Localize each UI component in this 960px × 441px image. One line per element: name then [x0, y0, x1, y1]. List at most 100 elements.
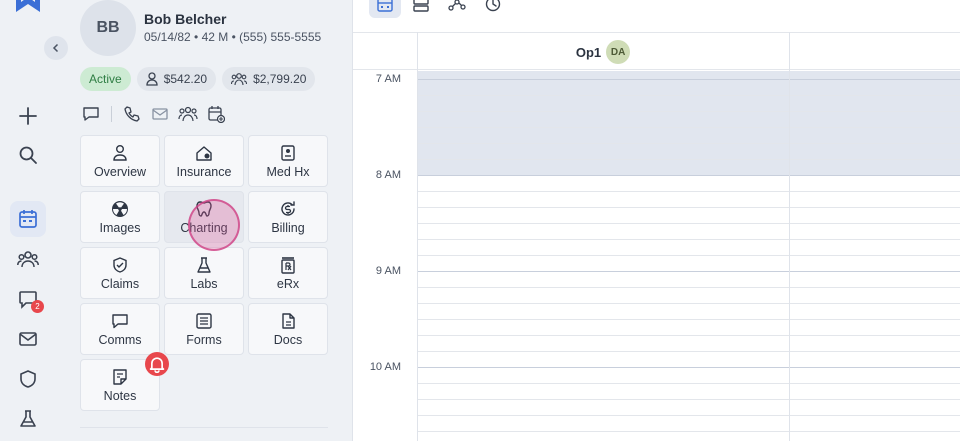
slot-line — [417, 399, 960, 400]
note-icon — [113, 368, 127, 385]
rx-icon — [281, 256, 295, 274]
people-icon[interactable] — [10, 241, 46, 277]
tile-erx[interactable]: eRx — [248, 247, 328, 299]
add-icon[interactable] — [10, 98, 46, 134]
patient-chips: Active $542.20 $2,799.20 — [80, 67, 316, 91]
notes-alert-bell-icon[interactable] — [145, 352, 169, 376]
tile-label: Med Hx — [266, 164, 310, 179]
mail-icon[interactable] — [10, 321, 46, 357]
search-icon[interactable] — [10, 137, 46, 173]
shield-check-icon — [113, 256, 127, 273]
patient-info: 05/14/82 • 42 M • (555) 555-5555 — [144, 30, 322, 44]
nav-rail: 2 — [0, 0, 56, 441]
operatory-column-header[interactable]: Op1 DA — [417, 33, 789, 71]
id-card-icon — [281, 144, 295, 161]
flask-icon — [197, 256, 211, 273]
slot-line — [417, 239, 960, 240]
tile-notes[interactable]: Notes — [80, 352, 169, 411]
tile-comms[interactable]: Comms — [80, 303, 160, 355]
tile-claims[interactable]: Claims — [80, 247, 160, 299]
provider-badge[interactable]: DA — [606, 40, 631, 64]
chat-unread-badge: 2 — [31, 300, 44, 313]
history-view-button[interactable] — [477, 0, 509, 18]
hour-line — [417, 367, 960, 368]
tile-docs[interactable]: Docs — [248, 303, 328, 355]
blocked-time-slot[interactable] — [417, 71, 960, 176]
tile-med-hx[interactable]: Med Hx — [248, 135, 328, 187]
calendar-add-icon[interactable] — [205, 103, 227, 125]
family-balance-chip[interactable]: $2,799.20 — [222, 67, 316, 91]
time-label: 10 AM — [369, 361, 401, 373]
patient-nav-grid: Overview Insurance Med Hx Images Chartin… — [80, 135, 328, 411]
tile-label: Images — [99, 220, 141, 235]
slot-line — [417, 159, 960, 160]
list-view-button[interactable] — [405, 0, 437, 18]
divider — [80, 427, 328, 428]
tile-forms[interactable]: Forms — [164, 303, 244, 355]
patient-avatar[interactable]: BB — [80, 0, 136, 56]
slot-line — [417, 191, 960, 192]
chat-icon[interactable]: 2 — [10, 281, 46, 317]
tile-label: Overview — [93, 164, 147, 179]
collapse-panel-button[interactable] — [44, 36, 68, 60]
slot-line — [417, 143, 960, 144]
email-icon[interactable] — [149, 103, 171, 125]
schedule-calendar: Op1 DA Op 7 AM 8 AM 9 AM 10 AM — [352, 0, 960, 441]
operatory-column-header[interactable]: Op — [789, 33, 960, 71]
flask-icon[interactable] — [10, 401, 46, 437]
house-icon — [196, 145, 212, 161]
hour-line — [417, 271, 960, 272]
tile-insurance[interactable]: Insurance — [164, 135, 244, 187]
click-indicator — [188, 199, 240, 251]
tile-billing[interactable]: Billing — [248, 191, 328, 243]
chevron-left-icon — [52, 43, 59, 53]
calendar-icon[interactable] — [10, 201, 46, 237]
patient-balance-chip[interactable]: $542.20 — [136, 67, 217, 91]
slot-line — [417, 335, 960, 336]
status-badge[interactable]: Active — [80, 67, 131, 91]
shield-icon[interactable] — [10, 361, 46, 397]
tile-label: Insurance — [176, 164, 232, 179]
status-label: Active — [89, 72, 122, 86]
tile-label: Forms — [186, 332, 222, 347]
flow-view-button[interactable] — [441, 0, 473, 18]
tile-overview[interactable]: Overview — [80, 135, 160, 187]
patient-name[interactable]: Bob Belcher — [144, 11, 226, 27]
slot-line — [417, 287, 960, 288]
chat-icon — [112, 313, 128, 328]
family-icon[interactable] — [177, 103, 199, 125]
column-divider — [417, 32, 418, 441]
tile-label: Docs — [273, 332, 303, 347]
family-balance: $2,799.20 — [253, 72, 307, 86]
tile-label: eRx — [276, 276, 300, 291]
calendar-view-button[interactable] — [369, 0, 401, 18]
tile-label: Billing — [271, 220, 305, 235]
tile-labs[interactable]: Labs — [164, 247, 244, 299]
app-logo-icon[interactable] — [14, 0, 42, 18]
person-icon — [113, 144, 127, 161]
phone-icon[interactable] — [121, 103, 143, 125]
family-icon — [231, 73, 248, 86]
tile-label: Labs — [190, 276, 218, 291]
time-label: 9 AM — [375, 265, 401, 277]
form-icon — [196, 312, 212, 329]
radiation-icon — [112, 200, 128, 217]
message-icon[interactable] — [80, 103, 102, 125]
hour-line — [417, 175, 960, 176]
tile-label: Comms — [98, 332, 142, 347]
slot-line — [417, 95, 960, 96]
contact-actions — [80, 103, 227, 125]
slot-line — [417, 383, 960, 384]
calendar-icon — [377, 0, 393, 12]
time-label: 8 AM — [375, 169, 401, 181]
hour-line — [417, 79, 960, 80]
slot-line — [417, 303, 960, 304]
time-label: 7 AM — [375, 73, 401, 85]
slot-line — [417, 255, 960, 256]
tile-images[interactable]: Images — [80, 191, 160, 243]
list-icon — [413, 0, 429, 12]
slot-line — [417, 127, 960, 128]
dollar-icon — [281, 200, 295, 216]
operatory-header: Op1 DA Op — [353, 32, 960, 70]
slot-line — [417, 351, 960, 352]
